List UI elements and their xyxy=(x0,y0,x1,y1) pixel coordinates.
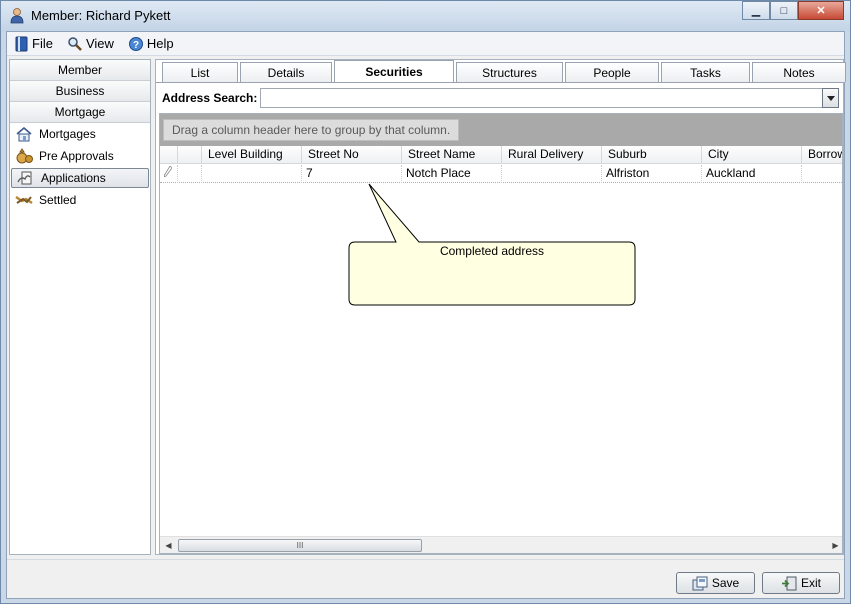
tab-securities[interactable]: Securities xyxy=(334,60,454,82)
column-header-street-name[interactable]: Street Name xyxy=(402,146,502,164)
scroll-left-arrow-icon[interactable]: ◀ xyxy=(160,537,177,553)
button-bar: Save Exit xyxy=(7,559,844,598)
title-bar[interactable]: Member: Richard Pykett ▁ □ ✕ xyxy=(1,1,850,31)
nav-item-label: Applications xyxy=(41,171,106,185)
svg-text:?: ? xyxy=(133,40,139,51)
house-icon xyxy=(16,126,32,142)
column-header-street-no[interactable]: Street No xyxy=(302,146,402,164)
nav-item-mortgages[interactable]: Mortgages xyxy=(10,123,150,145)
group-by-panel[interactable]: Drag a column header here to group by th… xyxy=(160,114,842,146)
cell-borrower[interactable] xyxy=(802,165,842,183)
column-header-level-building[interactable]: Level Building xyxy=(202,146,302,164)
cell-street-no[interactable]: 7 xyxy=(302,165,402,183)
menu-file[interactable]: File xyxy=(15,36,53,52)
money-bag-icon xyxy=(16,148,33,164)
address-search-row: Address Search: xyxy=(162,87,839,109)
tab-structures[interactable]: Structures xyxy=(456,62,563,82)
address-search-dropdown-button[interactable] xyxy=(822,88,839,108)
tab-strip: List Details Securities Structures Peopl… xyxy=(162,60,848,82)
column-header-rural-delivery[interactable]: Rural Delivery xyxy=(502,146,602,164)
nav-group-member[interactable]: Member xyxy=(10,60,150,81)
nav-item-label: Mortgages xyxy=(39,127,96,141)
exit-button-label: Exit xyxy=(800,576,821,590)
callout-text: Completed address xyxy=(439,244,545,258)
cell-street-name[interactable]: Notch Place xyxy=(402,165,502,183)
nav-group-business[interactable]: Business xyxy=(10,81,150,102)
column-header-city[interactable]: City xyxy=(702,146,802,164)
file-book-icon xyxy=(15,36,28,51)
menu-view[interactable]: View xyxy=(67,36,114,52)
pencil-icon xyxy=(163,165,173,178)
menu-view-label: View xyxy=(85,36,114,51)
window-controls: ▁ □ ✕ xyxy=(742,1,844,21)
main-content: List Details Securities Structures Peopl… xyxy=(155,59,846,555)
maximize-button[interactable]: □ xyxy=(770,1,798,20)
menu-help[interactable]: ? Help xyxy=(128,36,174,52)
tab-people[interactable]: People xyxy=(565,62,659,82)
member-person-icon xyxy=(10,8,24,24)
row-edit-indicator xyxy=(160,165,178,183)
handshake-icon xyxy=(15,196,33,204)
expand-cell[interactable] xyxy=(178,165,202,183)
chevron-down-icon xyxy=(826,95,835,101)
save-button-label: Save xyxy=(711,576,740,590)
scroll-right-arrow-icon[interactable]: ▶ xyxy=(827,537,842,553)
client-area: File View ? Help Member Business Mortgag… xyxy=(6,31,846,599)
minimize-button[interactable]: ▁ xyxy=(742,1,770,20)
exit-button[interactable]: Exit xyxy=(762,572,840,594)
nav-item-applications[interactable]: Applications xyxy=(11,168,149,188)
nav-group-mortgage[interactable]: Mortgage xyxy=(10,102,150,123)
nav-item-label: Settled xyxy=(39,193,77,207)
tab-details[interactable]: Details xyxy=(240,62,332,82)
group-by-hint: Drag a column header here to group by th… xyxy=(163,119,460,141)
close-button[interactable]: ✕ xyxy=(798,1,844,20)
nav-item-label: Pre Approvals xyxy=(39,149,114,163)
scroll-thumb[interactable]: III xyxy=(178,539,422,552)
tab-divider xyxy=(156,82,843,83)
horizontal-scrollbar[interactable]: ◀ III ▶ xyxy=(160,536,842,553)
address-search-input[interactable] xyxy=(260,88,823,108)
cell-city[interactable]: Auckland xyxy=(702,165,802,183)
column-header-borrower[interactable]: Borrowe xyxy=(802,146,842,164)
cell-rural-delivery[interactable] xyxy=(502,165,602,183)
application-window: Member: Richard Pykett ▁ □ ✕ File View ?… xyxy=(0,0,851,604)
menu-file-label: File xyxy=(32,36,53,51)
save-icon xyxy=(692,576,708,590)
application-icon xyxy=(17,171,32,185)
magnifier-icon xyxy=(68,36,82,51)
menu-help-label: Help xyxy=(146,36,174,51)
row-indicator-header xyxy=(160,146,178,164)
nav-item-settled[interactable]: Settled xyxy=(10,189,150,211)
save-button[interactable]: Save xyxy=(676,572,755,594)
tab-list[interactable]: List xyxy=(162,62,238,82)
help-globe-icon: ? xyxy=(128,36,143,51)
table-row[interactable]: 7 Notch Place Alfriston Auckland xyxy=(160,165,842,183)
window-title: Member: Richard Pykett xyxy=(31,8,171,23)
tab-notes[interactable]: Notes xyxy=(752,62,846,82)
address-search-label: Address Search: xyxy=(162,91,258,105)
exit-door-icon xyxy=(781,576,797,590)
column-header-suburb[interactable]: Suburb xyxy=(602,146,702,164)
menu-bar: File View ? Help xyxy=(7,32,844,56)
cell-suburb[interactable]: Alfriston xyxy=(602,165,702,183)
cell-level-building[interactable] xyxy=(202,165,302,183)
left-navigation: Member Business Mortgage Mortgages Pre A… xyxy=(9,59,151,555)
expand-column-header xyxy=(178,146,202,164)
tab-tasks[interactable]: Tasks xyxy=(661,62,750,82)
nav-item-pre-approvals[interactable]: Pre Approvals xyxy=(10,145,150,167)
grid-header-row: Level Building Street No Street Name Rur… xyxy=(160,146,842,164)
securities-grid: Drag a column header here to group by th… xyxy=(159,113,843,554)
